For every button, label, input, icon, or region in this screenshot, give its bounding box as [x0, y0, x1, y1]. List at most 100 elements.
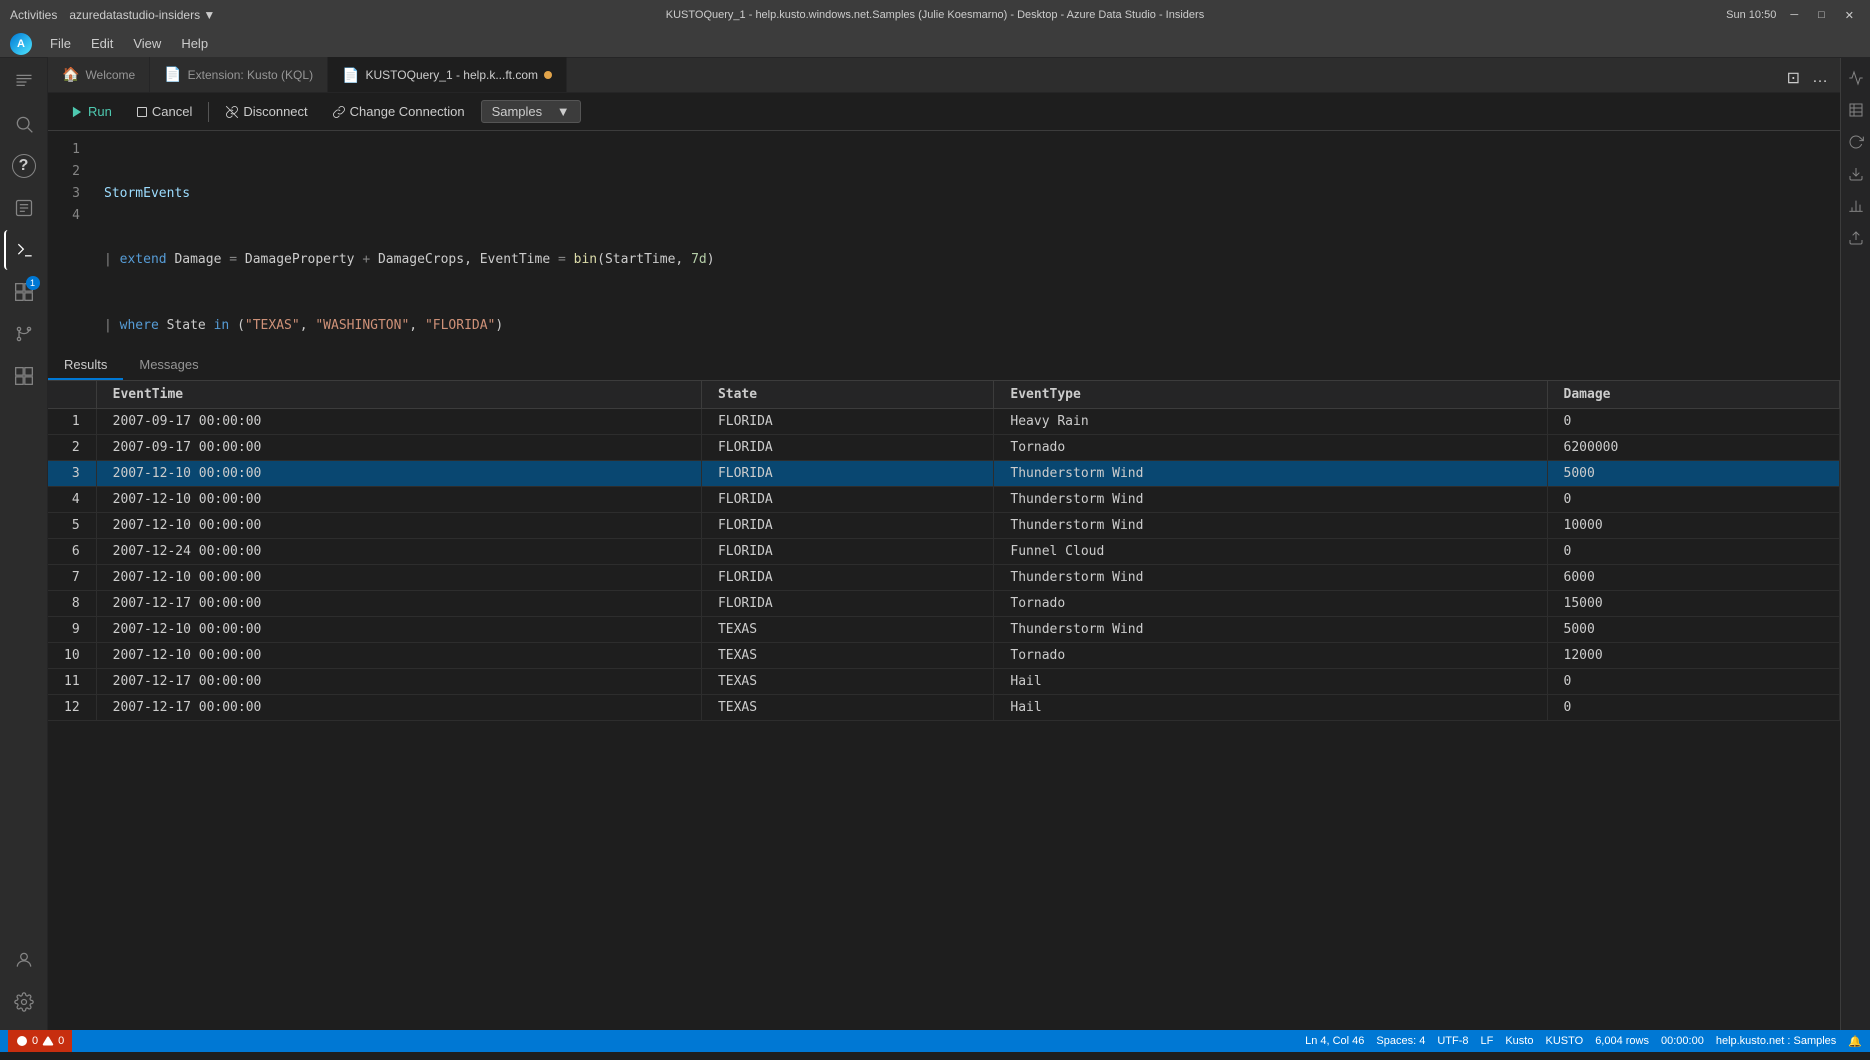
code-editor[interactable]: 1 2 3 4 StormEvents | extend Damage = Da… [48, 131, 1840, 351]
extension-tab-icon: 📄 [164, 66, 181, 83]
minimize-btn[interactable]: ─ [1784, 9, 1804, 21]
status-line-col[interactable]: Ln 4, Col 46 [1305, 1035, 1364, 1047]
tab-welcome-label: Welcome [85, 68, 135, 82]
row-cell-eventtime: 2007-12-10 00:00:00 [96, 617, 701, 643]
table-row[interactable]: 32007-12-10 00:00:00FLORIDAThunderstorm … [48, 461, 1840, 487]
row-cell-eventtime: 2007-12-17 00:00:00 [96, 591, 701, 617]
table-header-row: EventTime State EventType Damage [48, 381, 1840, 409]
status-spaces[interactable]: Spaces: 4 [1376, 1035, 1425, 1047]
status-query-time[interactable]: 00:00:00 [1661, 1035, 1704, 1047]
sidebar-item-settings[interactable] [4, 982, 44, 1022]
row-cell-damage: 0 [1547, 539, 1839, 565]
cancel-button[interactable]: Cancel [128, 101, 200, 122]
status-query-language[interactable]: KUSTO [1545, 1035, 1583, 1047]
status-line-ending[interactable]: LF [1481, 1035, 1494, 1047]
table-row[interactable]: 62007-12-24 00:00:00FLORIDAFunnel Cloud0 [48, 539, 1840, 565]
split-editor-btn[interactable]: ⊡ [1783, 64, 1804, 92]
row-cell-damage: 5000 [1547, 461, 1839, 487]
table-row[interactable]: 102007-12-10 00:00:00TEXASTornado12000 [48, 643, 1840, 669]
table-row[interactable]: 12007-09-17 00:00:00FLORIDAHeavy Rain0 [48, 409, 1840, 435]
menu-help[interactable]: Help [173, 34, 216, 53]
menu-view[interactable]: View [125, 34, 169, 53]
results-tabs: Results Messages [48, 351, 1840, 381]
results-table-container[interactable]: EventTime State EventType Damage 12007-0… [48, 381, 1840, 1030]
row-num-cell: 6 [48, 539, 96, 565]
row-cell-damage: 10000 [1547, 513, 1839, 539]
sidebar-item-source-control[interactable] [4, 314, 44, 354]
table-row[interactable]: 42007-12-10 00:00:00FLORIDAThunderstorm … [48, 487, 1840, 513]
chart-column-icon[interactable] [1844, 66, 1868, 90]
refresh-icon[interactable] [1844, 130, 1868, 154]
tab-results[interactable]: Results [48, 351, 123, 380]
tab-messages[interactable]: Messages [123, 351, 214, 380]
status-language[interactable]: Kusto [1505, 1035, 1533, 1047]
status-row-count[interactable]: 6,004 rows [1595, 1035, 1649, 1047]
table-row[interactable]: 92007-12-10 00:00:00TEXASThunderstorm Wi… [48, 617, 1840, 643]
status-connection[interactable]: help.kusto.net : Samples [1716, 1035, 1836, 1047]
title-bar: Activities azuredatastudio-insiders ▼ KU… [0, 0, 1870, 30]
row-cell-damage: 5000 [1547, 617, 1839, 643]
activities-label[interactable]: Activities [10, 8, 57, 22]
status-error-section[interactable]: 0 0 [8, 1030, 72, 1052]
query-tab-icon: 📄 [342, 67, 359, 84]
sidebar-item-explorer[interactable] [4, 62, 44, 102]
row-cell-eventtype: Tornado [994, 643, 1547, 669]
tab-welcome[interactable]: 🏠 Welcome [48, 57, 150, 92]
table-row[interactable]: 22007-09-17 00:00:00FLORIDATornado620000… [48, 435, 1840, 461]
tab-modified-indicator [544, 71, 552, 79]
sidebar-item-connections[interactable] [4, 356, 44, 396]
row-num-cell: 5 [48, 513, 96, 539]
main-layout: ? 1 [0, 58, 1870, 1030]
change-connection-button[interactable]: Change Connection [324, 101, 473, 122]
row-cell-state: FLORIDA [701, 539, 993, 565]
run-button[interactable]: Run [62, 101, 120, 122]
app-label[interactable]: azuredatastudio-insiders ▼ [69, 8, 215, 22]
table-row[interactable]: 82007-12-17 00:00:00FLORIDATornado15000 [48, 591, 1840, 617]
maximize-btn[interactable]: □ [1812, 9, 1831, 21]
results-area: Results Messages EventTime State EventTy… [48, 351, 1840, 1030]
table-row[interactable]: 52007-12-10 00:00:00FLORIDAThunderstorm … [48, 513, 1840, 539]
row-num-cell: 7 [48, 565, 96, 591]
sidebar-item-extensions[interactable]: 1 [4, 272, 44, 312]
code-line-1: StormEvents [88, 183, 1840, 205]
status-encoding[interactable]: UTF-8 [1437, 1035, 1468, 1047]
table-header-damage[interactable]: Damage [1547, 381, 1839, 409]
extensions-badge: 1 [26, 276, 40, 290]
window-title: KUSTOQuery_1 - help.kusto.windows.net.Sa… [666, 9, 1204, 21]
close-btn[interactable]: ✕ [1839, 9, 1860, 22]
tab-extension-kusto[interactable]: 📄 Extension: Kusto (KQL) [150, 57, 328, 92]
sidebar-item-terminal[interactable] [4, 230, 44, 270]
menu-edit[interactable]: Edit [83, 34, 121, 53]
table-row[interactable]: 72007-12-10 00:00:00FLORIDAThunderstorm … [48, 565, 1840, 591]
table-row[interactable]: 112007-12-17 00:00:00TEXASHail0 [48, 669, 1840, 695]
bar-chart-icon[interactable] [1844, 194, 1868, 218]
row-cell-state: TEXAS [701, 643, 993, 669]
status-notification-icon[interactable]: 🔔 [1848, 1035, 1862, 1048]
table-header-state[interactable]: State [701, 381, 993, 409]
sidebar-item-profile[interactable] [4, 940, 44, 980]
download-icon[interactable] [1844, 162, 1868, 186]
table-header-eventtime[interactable]: EventTime [96, 381, 701, 409]
table-icon[interactable] [1844, 98, 1868, 122]
database-dropdown[interactable]: Samples ▼ [481, 100, 581, 123]
table-header-eventtype[interactable]: EventType [994, 381, 1547, 409]
menu-file[interactable]: File [42, 34, 79, 53]
code-content[interactable]: StormEvents | extend Damage = DamageProp… [88, 131, 1840, 351]
tab-kusto-query[interactable]: 📄 KUSTOQuery_1 - help.k...ft.com [328, 57, 567, 92]
sidebar-item-help[interactable]: ? [12, 154, 36, 178]
sidebar-item-search[interactable] [4, 104, 44, 144]
row-num-cell: 11 [48, 669, 96, 695]
row-cell-state: TEXAS [701, 669, 993, 695]
welcome-tab-icon: 🏠 [62, 66, 79, 83]
export-icon[interactable] [1844, 226, 1868, 250]
table-row[interactable]: 122007-12-17 00:00:00TEXASHail0 [48, 695, 1840, 721]
row-cell-eventtime: 2007-12-10 00:00:00 [96, 565, 701, 591]
row-cell-eventtype: Heavy Rain [994, 409, 1547, 435]
cancel-icon [136, 106, 148, 118]
tab-actions: ⊡ … [1783, 64, 1840, 92]
row-cell-damage: 0 [1547, 669, 1839, 695]
disconnect-button[interactable]: Disconnect [217, 101, 315, 122]
more-actions-btn[interactable]: … [1808, 65, 1832, 91]
row-cell-eventtype: Thunderstorm Wind [994, 513, 1547, 539]
sidebar-item-notebooks[interactable] [4, 188, 44, 228]
